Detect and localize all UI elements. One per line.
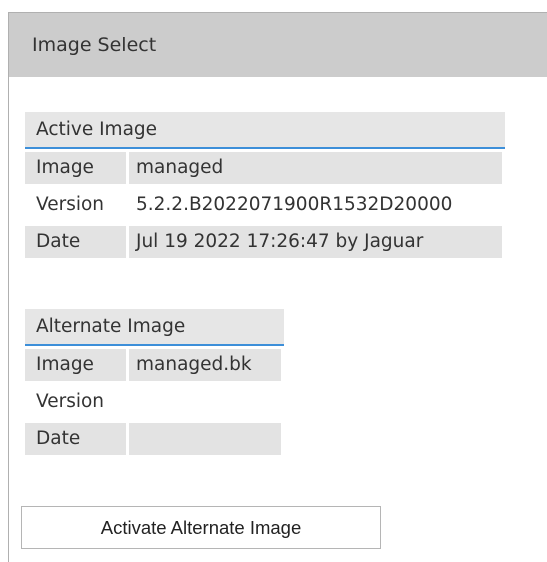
- alternate-image-row-date: Date: [25, 420, 284, 457]
- active-image-row-date: Date Jul 19 2022 17:26:47 by Jaguar: [25, 223, 505, 260]
- row-value: Jul 19 2022 17:26:47 by Jaguar: [129, 225, 502, 258]
- active-image-row-image: Image managed: [25, 149, 505, 186]
- row-label: Image: [25, 348, 129, 381]
- image-select-panel: Image Select Active Image Image managed …: [8, 12, 547, 562]
- panel-header: Image Select: [9, 13, 547, 77]
- panel-title: Image Select: [32, 34, 157, 56]
- row-label: Version: [36, 194, 105, 215]
- row-value: managed: [129, 151, 502, 184]
- row-value: [129, 422, 281, 455]
- alternate-image-row-image: Image managed.bk: [25, 346, 284, 383]
- row-label: Image: [25, 151, 129, 184]
- alternate-image-title: Alternate Image: [25, 309, 284, 346]
- active-image-title: Active Image: [25, 112, 505, 149]
- activate-alternate-image-button[interactable]: Activate Alternate Image: [21, 506, 381, 549]
- row-value: [129, 386, 281, 418]
- row-label: Version: [36, 391, 105, 412]
- row-value: 5.2.2.B2022071900R1532D20000: [136, 194, 453, 215]
- row-label: Date: [25, 422, 129, 455]
- alternate-image-row-version: Version: [25, 383, 284, 420]
- active-image-section: Active Image Image managed Version 5.2.2…: [25, 112, 505, 260]
- row-label: Date: [25, 225, 129, 258]
- active-image-row-version: Version 5.2.2.B2022071900R1532D20000: [25, 186, 505, 223]
- alternate-image-section: Alternate Image Image managed.bk Version…: [25, 309, 284, 457]
- row-value: managed.bk: [129, 348, 281, 381]
